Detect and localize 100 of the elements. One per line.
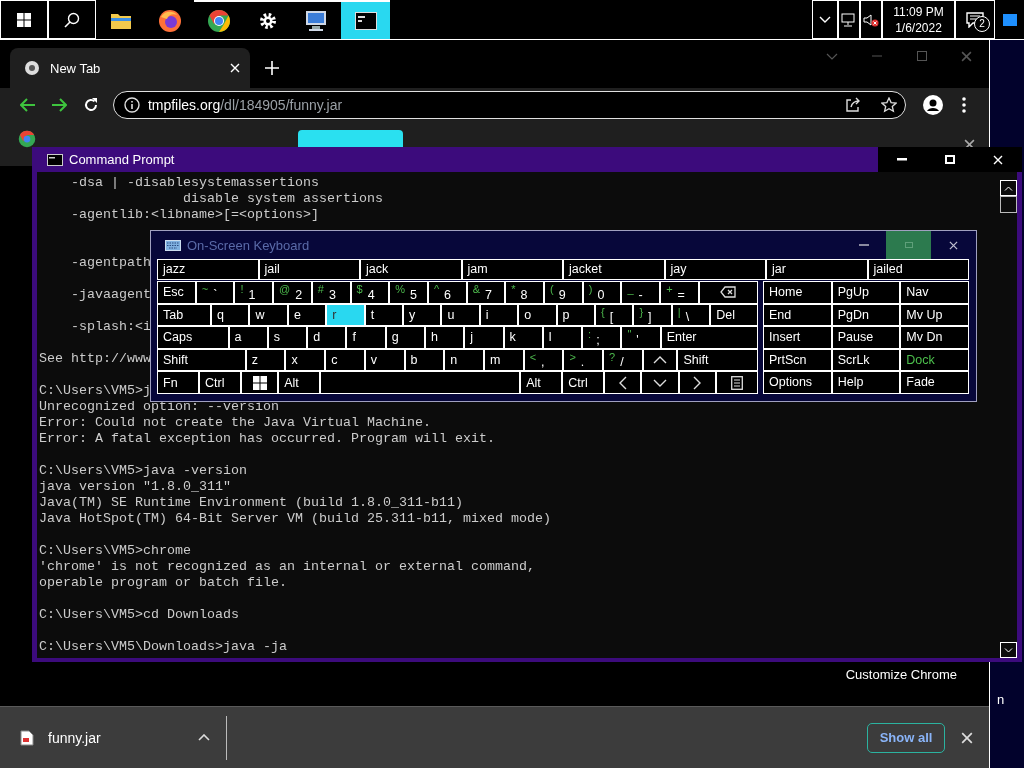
keyboard-key[interactable]: f <box>347 327 385 348</box>
keyboard-key[interactable] <box>242 372 278 393</box>
keyboard-key[interactable]: d <box>308 327 346 348</box>
keyboard-key[interactable]: j <box>465 327 503 348</box>
keyboard-key[interactable]: & 7 <box>467 282 505 303</box>
keyboard-key[interactable]: m <box>484 349 523 371</box>
keyboard-key[interactable]: Shift <box>158 349 245 371</box>
keyboard-key[interactable]: Fade <box>901 372 968 393</box>
keyboard-key[interactable]: Esc <box>158 282 195 303</box>
keyboard-key[interactable]: Home <box>764 282 831 303</box>
keyboard-key[interactable]: o <box>519 304 556 326</box>
suggestion-key[interactable]: jar <box>767 260 867 279</box>
keyboard-key[interactable]: i <box>480 304 518 326</box>
keyboard-key[interactable]: Nav <box>901 282 968 303</box>
star-icon[interactable] <box>880 97 897 113</box>
keyboard-key[interactable]: s <box>268 327 307 348</box>
keyboard-key[interactable]: : ; <box>583 327 621 348</box>
keyboard-key[interactable]: x <box>286 349 325 371</box>
keyboard-key[interactable]: | \ <box>672 304 710 326</box>
keyboard-key[interactable]: Tab <box>158 304 211 326</box>
browser-tab[interactable]: New Tab <box>10 48 250 88</box>
keyboard-key[interactable]: * 8 <box>506 282 544 303</box>
keyboard-key[interactable]: > . <box>564 349 603 371</box>
keyboard-key[interactable]: Caps <box>158 327 228 348</box>
keyboard-key[interactable] <box>699 282 757 303</box>
network-button[interactable] <box>838 0 860 39</box>
keyboard-key[interactable]: u <box>442 304 479 326</box>
suggestion-key[interactable]: jack <box>361 260 461 279</box>
keyboard-key[interactable]: Alt <box>521 372 562 393</box>
keyboard-key[interactable]: Dock <box>901 349 968 371</box>
keyboard-key[interactable]: _ - <box>622 282 660 303</box>
keyboard-key[interactable] <box>716 372 757 393</box>
keyboard-key[interactable]: Shift <box>678 349 758 371</box>
keyboard-key[interactable]: q <box>212 304 249 326</box>
scroll-down-button[interactable] <box>1000 642 1017 658</box>
suggestion-key[interactable]: jailed <box>868 260 968 279</box>
keyboard-key[interactable]: Help <box>832 372 900 393</box>
keyboard-key[interactable]: t <box>365 304 403 326</box>
keyboard-key[interactable]: r <box>327 304 364 326</box>
keyboard-key[interactable]: v <box>365 349 404 371</box>
keyboard-key[interactable]: h <box>425 327 464 348</box>
suggestion-key[interactable]: jacket <box>564 260 664 279</box>
keyboard-key[interactable]: { [ <box>596 304 633 326</box>
address-field[interactable]: tmpfiles.org/dl/184905/funny.jar <box>112 91 906 119</box>
keyboard-key[interactable]: k <box>504 327 542 348</box>
keyboard-key[interactable]: Enter <box>661 327 758 348</box>
new-tab-button[interactable] <box>262 58 282 78</box>
keyboard-key[interactable]: } ] <box>634 304 671 326</box>
keyboard-key[interactable]: Fn <box>158 372 199 393</box>
keyboard-key[interactable] <box>643 349 677 371</box>
tray-expand-button[interactable] <box>812 0 838 39</box>
keyboard-key[interactable]: n <box>445 349 483 371</box>
keyboard-key[interactable]: ScrLk <box>832 349 900 371</box>
keyboard-key[interactable]: @ 2 <box>274 282 311 303</box>
keyboard-key[interactable]: " ' <box>622 327 660 348</box>
keyboard-key[interactable]: Mv Up <box>901 304 968 326</box>
keyboard-key[interactable]: w <box>250 304 287 326</box>
clock-button[interactable]: 11:09 PM 1/6/2022 <box>882 0 955 39</box>
volume-button[interactable] <box>860 0 882 39</box>
keyboard-key[interactable]: % 5 <box>390 282 427 303</box>
keyboard-key[interactable]: a <box>229 327 267 348</box>
keyboard-key[interactable]: ^ 6 <box>428 282 466 303</box>
keyboard-key[interactable]: Ctrl <box>200 372 241 393</box>
keyboard-key[interactable]: Mv Dn <box>901 327 968 348</box>
customize-link[interactable]: Customize Chrome <box>845 667 957 682</box>
keyboard-key[interactable]: Ctrl <box>563 372 604 393</box>
keyboard-key[interactable]: p <box>557 304 594 326</box>
keyboard-key[interactable]: ) 0 <box>583 282 621 303</box>
keyboard-key[interactable]: + = <box>661 282 698 303</box>
keyboard-key[interactable]: b <box>405 349 444 371</box>
keyboard-key[interactable]: PrtScn <box>764 349 831 371</box>
suggestion-key[interactable]: jam <box>462 260 562 279</box>
keyboard-key[interactable] <box>605 372 641 393</box>
keyboard-key[interactable]: ? / <box>604 349 642 371</box>
download-file-name[interactable]: funny.jar <box>48 729 198 746</box>
show-all-button[interactable]: Show all <box>867 722 945 753</box>
taskbar-app[interactable] <box>341 0 390 39</box>
keyboard-key[interactable]: ( 9 <box>545 282 582 303</box>
scroll-up-button[interactable] <box>1000 180 1017 196</box>
start-button[interactable] <box>0 0 48 39</box>
keyboard-key[interactable]: ~ ` <box>196 282 234 303</box>
search-button[interactable] <box>48 0 96 39</box>
keyboard-key[interactable]: Alt <box>279 372 320 393</box>
keyboard-key[interactable]: End <box>764 304 831 326</box>
keyboard-key[interactable]: < , <box>524 349 563 371</box>
keyboard-key[interactable]: Del <box>711 304 757 326</box>
keyboard-key[interactable]: y <box>404 304 441 326</box>
suggestion-key[interactable]: jail <box>259 260 359 279</box>
suggestion-key[interactable]: jazz <box>158 260 258 279</box>
keyboard-key[interactable]: $ 4 <box>351 282 389 303</box>
keyboard-key[interactable]: z <box>246 349 285 371</box>
share-icon[interactable] <box>844 97 861 113</box>
caret-up-icon[interactable] <box>198 734 210 741</box>
keyboard-key[interactable] <box>679 372 715 393</box>
keyboard-key[interactable]: ! 1 <box>235 282 273 303</box>
keyboard-key[interactable]: c <box>326 349 364 371</box>
scrollbar-thumb[interactable] <box>1000 196 1017 213</box>
keyboard-key[interactable]: e <box>288 304 326 326</box>
keyboard-key[interactable]: PgUp <box>832 282 900 303</box>
suggestion-key[interactable]: jay <box>665 260 765 279</box>
